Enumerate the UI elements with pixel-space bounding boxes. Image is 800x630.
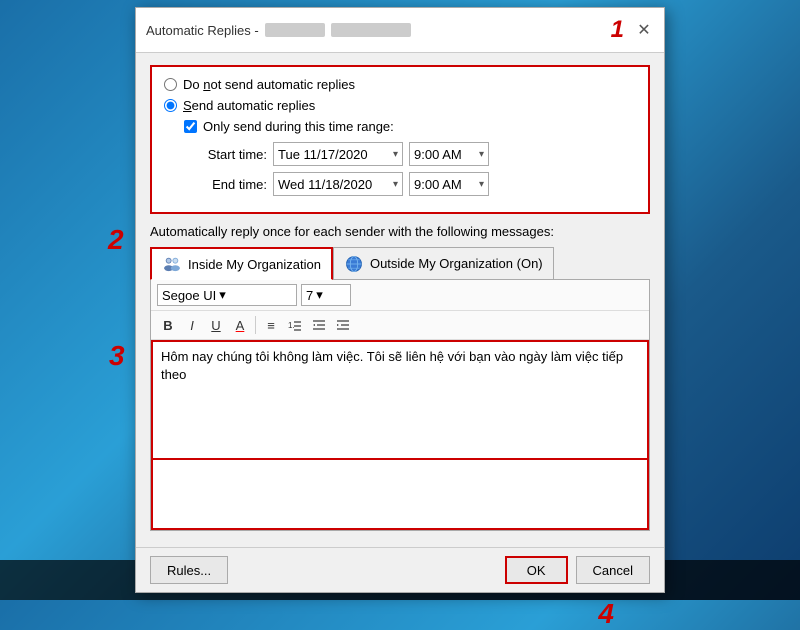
bold-button[interactable]: B <box>157 314 179 336</box>
font-family-value: Segoe UI <box>162 288 216 303</box>
automatic-replies-dialog: Automatic Replies - 1 ✕ Do not send auto… <box>135 7 665 593</box>
end-date-dropdown[interactable]: Wed 11/18/2020 ▾ <box>273 172 403 196</box>
message-text-area-empty[interactable] <box>151 460 649 530</box>
checkbox-time-range-label: Only send during this time range: <box>203 119 394 134</box>
auto-reply-description: Automatically reply once for each sender… <box>150 224 650 239</box>
title-redacted-2 <box>331 23 411 37</box>
inside-org-icon <box>162 254 182 274</box>
dialog-title: Automatic Replies - <box>146 23 411 38</box>
start-time-dropdown[interactable]: 9:00 AM ▾ <box>409 142 489 166</box>
section1-box: Do not send automatic replies Send autom… <box>150 65 650 214</box>
start-time-value: 9:00 AM <box>414 147 475 162</box>
start-date-dropdown[interactable]: Tue 11/17/2020 ▾ <box>273 142 403 166</box>
title-redacted-1 <box>265 23 325 37</box>
tab-outside-org-label: Outside My Organization (On) <box>370 256 543 271</box>
start-time-label: Start time: <box>202 147 267 162</box>
end-time-dropdown[interactable]: 9:00 AM ▾ <box>409 172 489 196</box>
decrease-indent-button[interactable] <box>308 314 330 336</box>
numbered-list-button[interactable]: 1. <box>284 314 306 336</box>
font-family-arrow-icon: ▾ <box>219 287 226 303</box>
step-4-label: 4 <box>598 598 614 630</box>
tab-inside-org[interactable]: Inside My Organization <box>150 247 333 280</box>
end-time-value: 9:00 AM <box>414 177 475 192</box>
font-size-value: 7 <box>306 288 313 303</box>
toolbar-separator-1 <box>255 316 256 334</box>
radio-send-auto-reply-row: Send automatic replies <box>164 98 636 113</box>
rules-button[interactable]: Rules... <box>150 556 228 584</box>
font-size-arrow-icon: ▾ <box>316 287 323 303</box>
decrease-indent-icon <box>312 318 326 332</box>
checkbox-time-range[interactable] <box>184 120 197 133</box>
radio-no-auto-reply[interactable] <box>164 78 177 91</box>
font-toolbar: Segoe UI ▾ 7 ▾ <box>151 280 649 311</box>
start-date-arrow-icon: ▾ <box>393 149 398 160</box>
bullet-list-button[interactable]: ≡ <box>260 314 282 336</box>
tab-inside-org-label: Inside My Organization <box>188 257 321 272</box>
numbered-list-icon: 1. <box>288 318 302 332</box>
increase-indent-button[interactable] <box>332 314 354 336</box>
section3-wrap: 3 Hôm nay chúng tôi không làm việc. Tôi … <box>151 340 649 530</box>
tab-outside-org[interactable]: Outside My Organization (On) <box>333 247 554 280</box>
font-family-dropdown[interactable]: Segoe UI ▾ <box>157 284 297 306</box>
title-text: Automatic Replies - <box>146 23 259 38</box>
end-time-arrow-icon: ▾ <box>479 179 484 190</box>
radio-no-auto-reply-label: Do not send automatic replies <box>183 77 355 92</box>
end-date-arrow-icon: ▾ <box>393 179 398 190</box>
start-time-arrow-icon: ▾ <box>479 149 484 160</box>
dialog-footer: 4 Rules... OK Cancel <box>136 547 664 592</box>
end-time-label: End time: <box>202 177 267 192</box>
radio-send-auto-reply-label: Send automatic replies <box>183 98 315 113</box>
step-3-label: 3 <box>109 340 125 372</box>
editor-container: Segoe UI ▾ 7 ▾ B I U A ≡ <box>150 279 650 531</box>
radio-send-auto-reply[interactable] <box>164 99 177 112</box>
font-color-button[interactable]: A <box>229 314 251 336</box>
font-size-dropdown[interactable]: 7 ▾ <box>301 284 351 306</box>
outside-org-icon <box>344 254 364 274</box>
tabs-row: Inside My Organization Outside My Organi… <box>150 247 650 280</box>
checkbox-time-range-row: Only send during this time range: <box>184 119 636 134</box>
format-toolbar: B I U A ≡ 1. <box>151 311 649 340</box>
underline-button[interactable]: U <box>205 314 227 336</box>
step-1-label: 1 <box>611 16 624 44</box>
italic-button[interactable]: I <box>181 314 203 336</box>
end-date-value: Wed 11/18/2020 <box>278 177 389 192</box>
end-time-row: End time: Wed 11/18/2020 ▾ 9:00 AM ▾ <box>202 172 636 196</box>
title-bar: Automatic Replies - 1 ✕ <box>136 8 664 53</box>
dialog-body: Do not send automatic replies Send autom… <box>136 53 664 547</box>
message-text-area[interactable]: Hôm nay chúng tôi không làm việc. Tôi sẽ… <box>151 340 649 460</box>
ok-button[interactable]: OK <box>505 556 568 584</box>
footer-right-buttons: OK Cancel <box>505 556 650 584</box>
svg-text:1.: 1. <box>288 321 295 330</box>
increase-indent-icon <box>336 318 350 332</box>
message-text: Hôm nay chúng tôi không làm việc. Tôi sẽ… <box>161 349 623 382</box>
radio-no-auto-reply-row: Do not send automatic replies <box>164 77 636 92</box>
start-date-value: Tue 11/17/2020 <box>278 147 389 162</box>
close-button[interactable]: ✕ <box>634 20 654 40</box>
cancel-button[interactable]: Cancel <box>576 556 650 584</box>
start-time-row: Start time: Tue 11/17/2020 ▾ 9:00 AM ▾ <box>202 142 636 166</box>
step-2-label: 2 <box>108 224 124 256</box>
section2-wrap: 2 Automatically reply once for each send… <box>150 224 650 531</box>
